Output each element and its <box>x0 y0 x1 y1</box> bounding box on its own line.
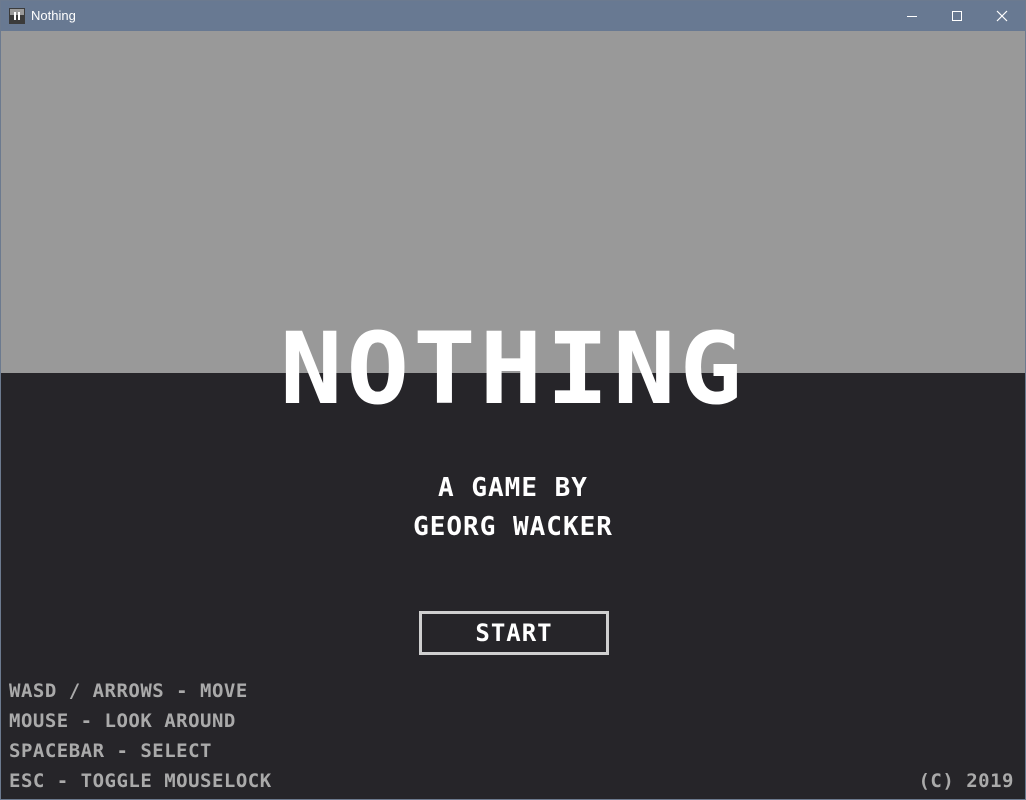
game-title: NOTHING <box>279 311 747 427</box>
maximize-button[interactable] <box>934 1 979 31</box>
credit-line-1: A GAME BY <box>438 473 588 503</box>
control-hint-mouselock: ESC - TOGGLE MOUSELOCK <box>9 770 272 792</box>
control-hint-move: WASD / ARROWS - MOVE <box>9 680 248 702</box>
title-bar[interactable]: Nothing <box>1 1 1025 31</box>
game-window: Nothing NOTHING A GAME BY GEORG WACKER S… <box>0 0 1026 800</box>
control-hint-select: SPACEBAR - SELECT <box>9 740 212 762</box>
minimize-icon <box>906 16 917 17</box>
app-icon <box>9 8 25 24</box>
author-name: GEORG WACKER <box>413 512 613 542</box>
close-icon <box>996 10 1007 22</box>
start-button-label: START <box>475 619 553 647</box>
close-button[interactable] <box>979 1 1024 31</box>
control-hint-look: MOUSE - LOOK AROUND <box>9 710 236 732</box>
maximize-icon <box>951 11 962 21</box>
window-title: Nothing <box>31 8 76 23</box>
game-viewport[interactable]: NOTHING A GAME BY GEORG WACKER START WAS… <box>1 31 1025 799</box>
start-button[interactable]: START <box>419 611 609 655</box>
controls-help: WASD / ARROWS - MOVE MOUSE - LOOK AROUND… <box>9 676 272 796</box>
minimize-button[interactable] <box>889 1 934 31</box>
copyright-notice: (C) 2019 <box>918 770 1014 792</box>
